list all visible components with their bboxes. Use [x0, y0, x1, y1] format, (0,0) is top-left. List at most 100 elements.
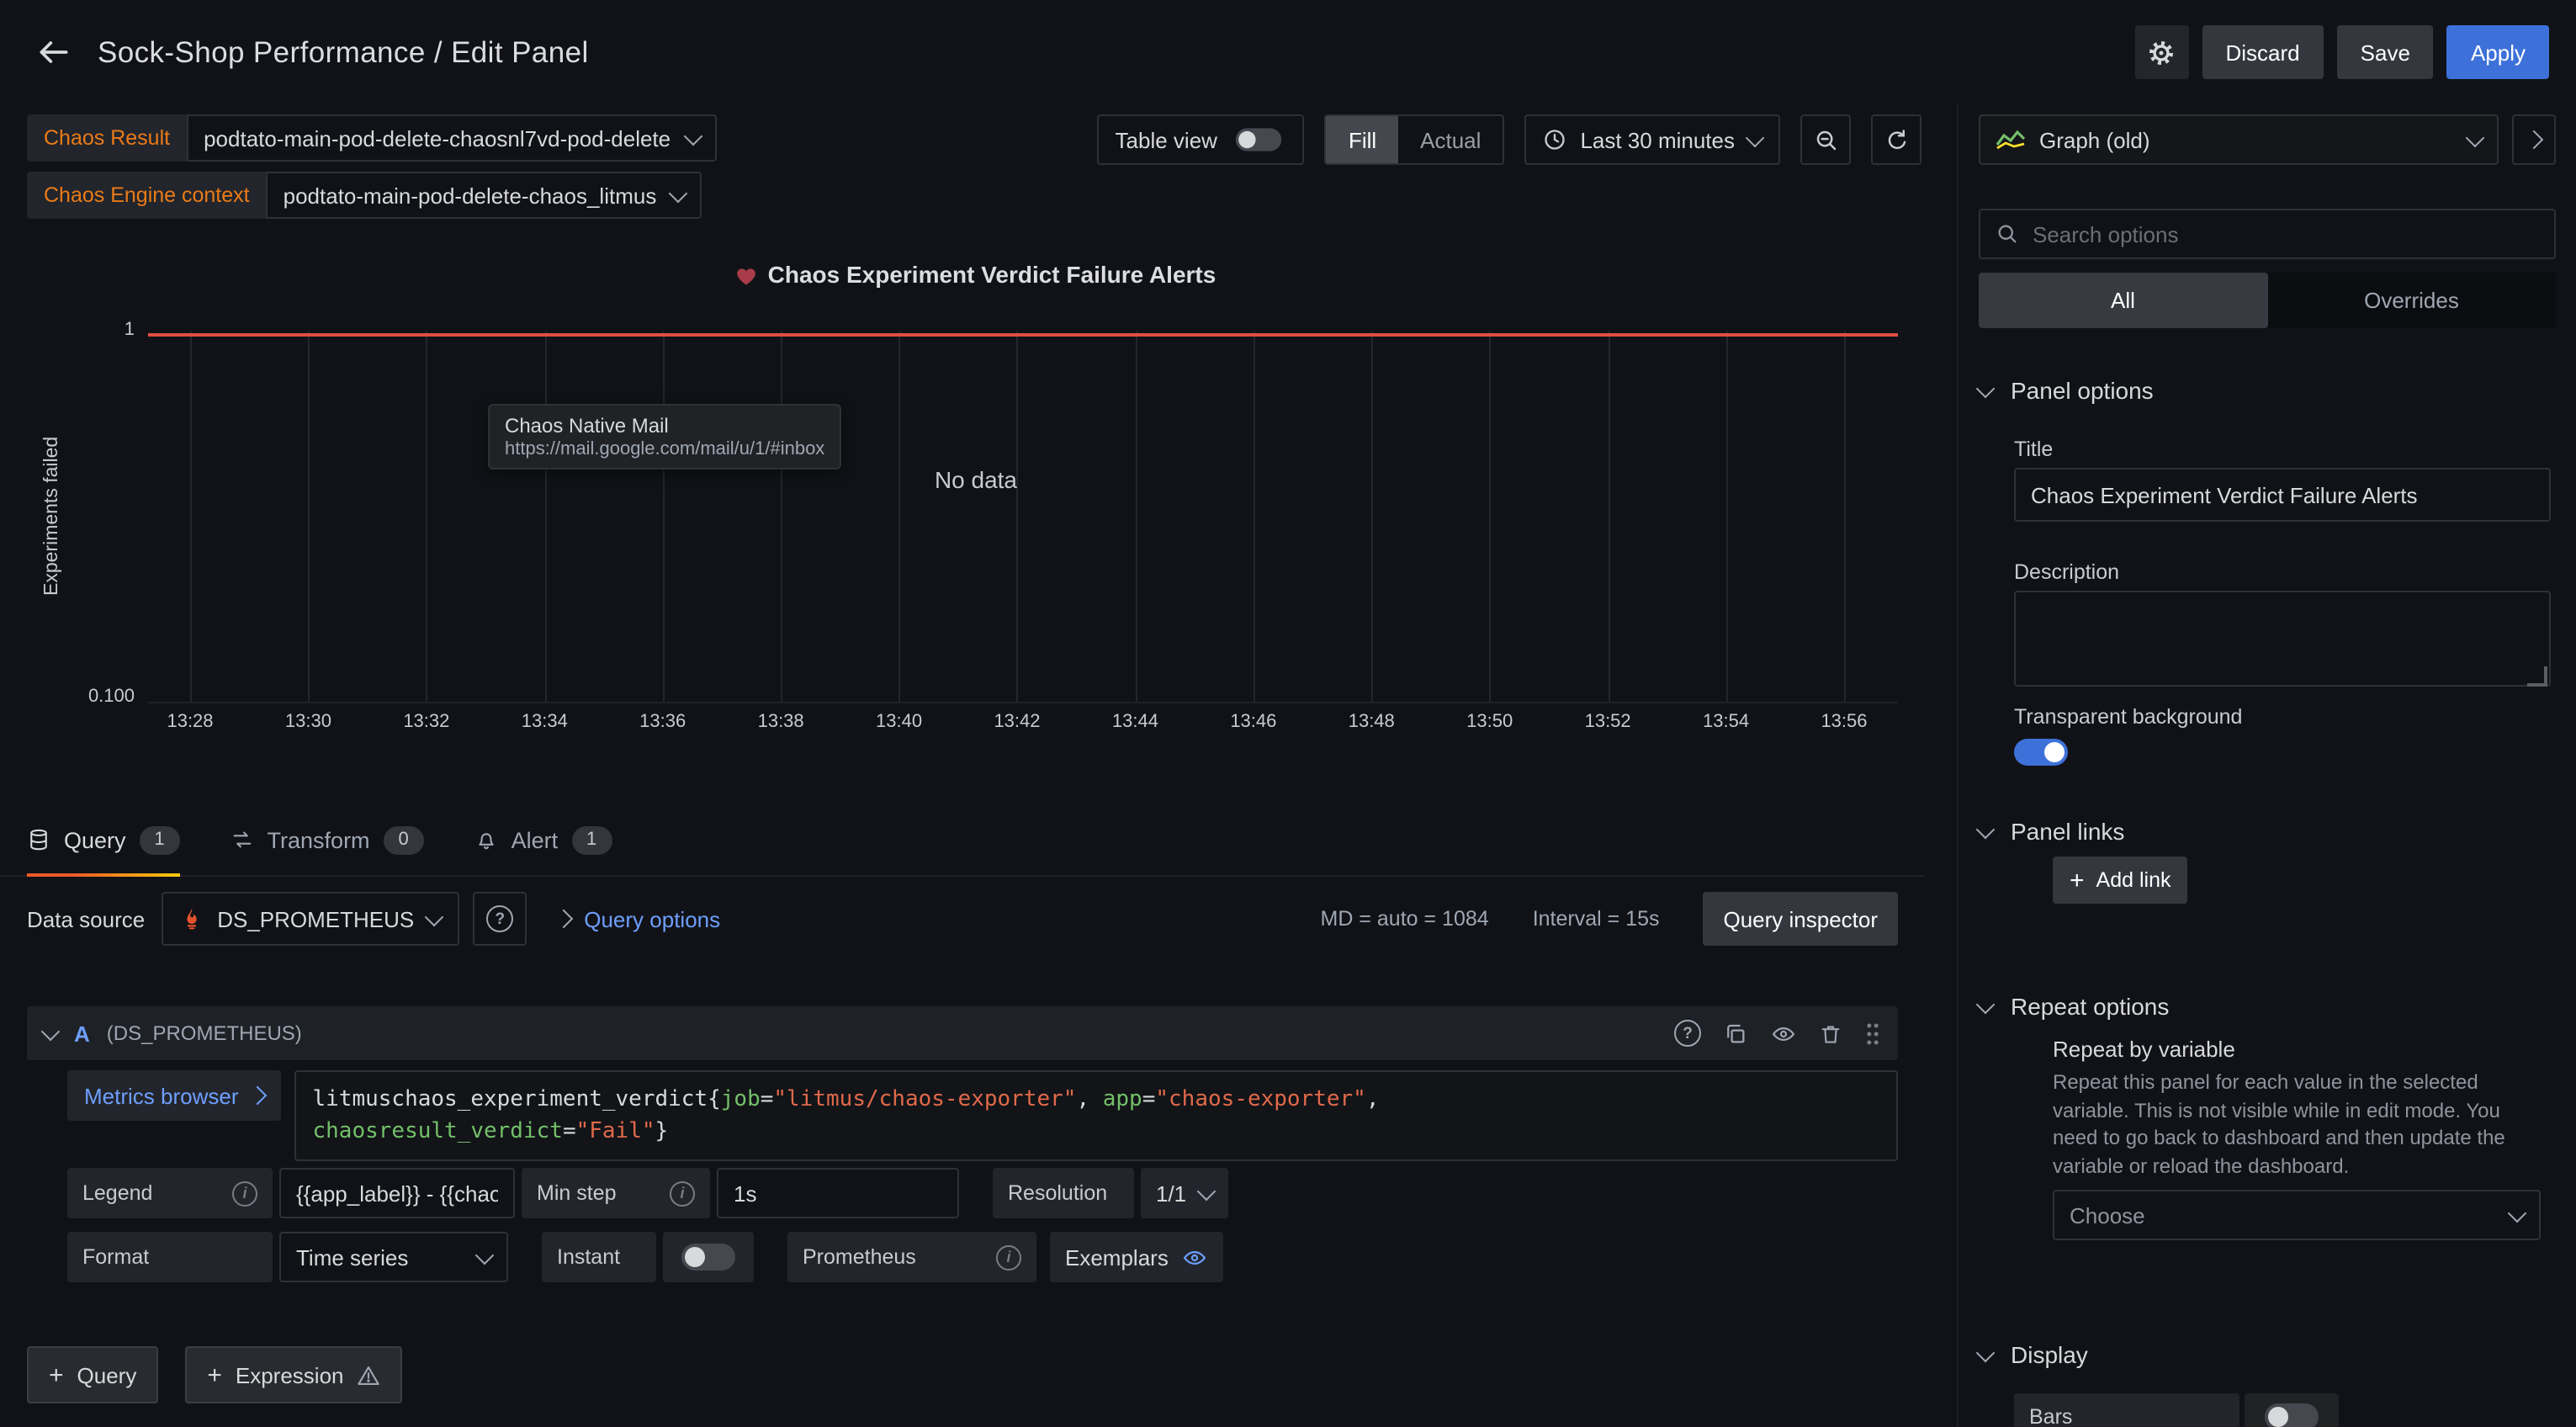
tab-overrides[interactable]: Overrides — [2267, 273, 2556, 328]
info-icon: i — [996, 1244, 1021, 1270]
data-source-picker[interactable]: DS_PROMETHEUS — [162, 892, 459, 946]
bars-label: Bars — [2014, 1393, 2239, 1427]
description-textarea[interactable] — [2014, 591, 2551, 687]
query-inspector-button[interactable]: Query inspector — [1703, 892, 1898, 946]
fill-option[interactable]: Fill — [1327, 116, 1398, 163]
chevron-down-icon — [2508, 1203, 2527, 1223]
grid-line — [544, 332, 546, 702]
apply-button[interactable]: Apply — [2447, 25, 2549, 79]
section-panel-options[interactable]: Panel options — [1979, 377, 2556, 404]
transparent-background-toggle[interactable] — [2014, 739, 2068, 766]
instant-switch-box — [663, 1232, 754, 1282]
plus-icon: + — [49, 1362, 64, 1387]
query-row-actions: ? — [1674, 1020, 1881, 1047]
series-line — [148, 333, 1898, 337]
section-panel-links[interactable]: Panel links — [1979, 818, 2556, 845]
time-range-label: Last 30 minutes — [1580, 127, 1735, 152]
query-options-label: Query options — [584, 906, 720, 931]
panel-toolbar: Table view Fill Actual Last 30 minutes — [1097, 114, 1921, 165]
metrics-browser-button[interactable]: Metrics browser — [67, 1070, 281, 1121]
panel-title-input[interactable] — [2014, 468, 2551, 522]
gear-icon — [2148, 38, 2176, 66]
data-source-label: Data source — [27, 906, 145, 931]
variable-value-text: podtato-main-pod-delete-chaos_litmus — [284, 183, 657, 208]
query-ref-id: A — [74, 1021, 90, 1046]
actual-option[interactable]: Actual — [1398, 116, 1503, 163]
tab-query[interactable]: Query 1 — [27, 804, 180, 875]
x-axis-tick: 13:28 — [167, 712, 213, 732]
exemplars-control[interactable]: Exemplars — [1050, 1232, 1224, 1282]
refresh-button[interactable] — [1871, 114, 1921, 165]
tab-transform[interactable]: Transform 0 — [231, 804, 424, 875]
repeat-variable-select[interactable]: Choose — [2053, 1190, 2541, 1240]
add-query-button[interactable]: + Query — [27, 1346, 158, 1403]
x-axis-tick: 13:34 — [522, 712, 568, 732]
eye-icon[interactable] — [1770, 1021, 1797, 1046]
section-display[interactable]: Display — [1979, 1341, 2556, 1368]
add-expression-button[interactable]: + Expression — [185, 1346, 402, 1403]
query-options-toggle[interactable]: Query options — [557, 906, 720, 931]
chevron-down-icon — [1197, 1181, 1216, 1201]
legend-input[interactable] — [279, 1168, 515, 1218]
back-button[interactable] — [27, 25, 81, 79]
chevron-down-icon — [1976, 1343, 1996, 1362]
table-view-label: Table view — [1116, 127, 1217, 152]
toggle-viz-picker-button[interactable] — [2512, 114, 2556, 165]
grid-line — [781, 332, 782, 702]
save-button[interactable]: Save — [2337, 25, 2434, 79]
bars-option-row: Bars — [2014, 1393, 2339, 1427]
grid-line — [663, 332, 665, 702]
tab-all[interactable]: All — [1979, 273, 2267, 328]
x-axis-tick: 13:52 — [1585, 712, 1631, 732]
min-step-input[interactable] — [717, 1168, 959, 1218]
time-range-picker[interactable]: Last 30 minutes — [1524, 114, 1780, 165]
resolution-select[interactable]: 1/1 — [1141, 1168, 1228, 1218]
query-format-row: Format Time series Instant Prometheus i … — [67, 1232, 1898, 1282]
grid-line — [1135, 332, 1137, 702]
trash-icon[interactable] — [1819, 1021, 1842, 1046]
panel-settings-button[interactable] — [2135, 25, 2189, 79]
visualization-picker[interactable]: Graph (old) — [1979, 114, 2499, 165]
variables-bar: Chaos Result podtato-main-pod-delete-cha… — [27, 114, 716, 229]
options-search[interactable]: Search options — [1979, 209, 2556, 259]
variable-value-dropdown[interactable]: podtato-main-pod-delete-chaosnl7vd-pod-d… — [187, 114, 716, 162]
instant-toggle[interactable] — [681, 1244, 735, 1271]
add-link-button[interactable]: + Add link — [2053, 857, 2188, 904]
drag-handle-icon[interactable] — [1864, 1021, 1881, 1046]
data-source-help-button[interactable]: ? — [473, 892, 527, 946]
table-view-toggle[interactable] — [1237, 128, 1282, 151]
legend-field-label: Legend i — [67, 1168, 273, 1218]
editor-tabs: Query 1 Transform 0 Alert 1 — [0, 804, 1925, 877]
bars-toggle[interactable] — [2265, 1403, 2319, 1427]
chart-plot-area[interactable] — [148, 332, 1898, 703]
plus-icon: + — [2070, 867, 2085, 893]
tooltip-title: Chaos Native Mail — [505, 414, 824, 438]
tab-alert[interactable]: Alert 1 — [474, 804, 612, 875]
zoom-out-button[interactable] — [1800, 114, 1851, 165]
refresh-icon — [1884, 127, 1909, 152]
tab-label: Transform — [268, 827, 370, 852]
chevron-down-icon — [1976, 995, 1996, 1014]
promql-code[interactable]: litmuschaos_experiment_verdict{job="litm… — [294, 1070, 1899, 1161]
format-select[interactable]: Time series — [279, 1232, 508, 1282]
x-axis-tick: 13:46 — [1230, 712, 1276, 732]
visualization-row: Graph (old) — [1979, 114, 2556, 165]
section-repeat-options[interactable]: Repeat options — [1979, 993, 2556, 1020]
x-axis-tick: 13:50 — [1466, 712, 1513, 732]
resolution-field-label: Resolution — [993, 1168, 1134, 1218]
variable-value-dropdown[interactable]: podtato-main-pod-delete-chaos_litmus — [267, 172, 702, 219]
metrics-browser-label: Metrics browser — [84, 1083, 239, 1108]
x-axis-tick: 13:42 — [994, 712, 1040, 732]
query-row-header[interactable]: A (DS_PROMETHEUS) ? — [27, 1006, 1898, 1060]
format-field-label: Format — [67, 1232, 273, 1282]
duplicate-icon[interactable] — [1723, 1021, 1748, 1046]
grid-line — [190, 332, 192, 702]
query-help-icon[interactable]: ? — [1674, 1020, 1701, 1047]
x-axis-tick: 13:32 — [403, 712, 449, 732]
grid-line — [1844, 332, 1846, 702]
chevron-down-icon — [425, 907, 444, 926]
chevron-down-icon — [1976, 379, 1996, 398]
repeat-description: Repeat this panel for each value in the … — [2053, 1069, 2537, 1180]
y-axis-tick: 1 — [57, 320, 135, 340]
discard-button[interactable]: Discard — [2202, 25, 2324, 79]
